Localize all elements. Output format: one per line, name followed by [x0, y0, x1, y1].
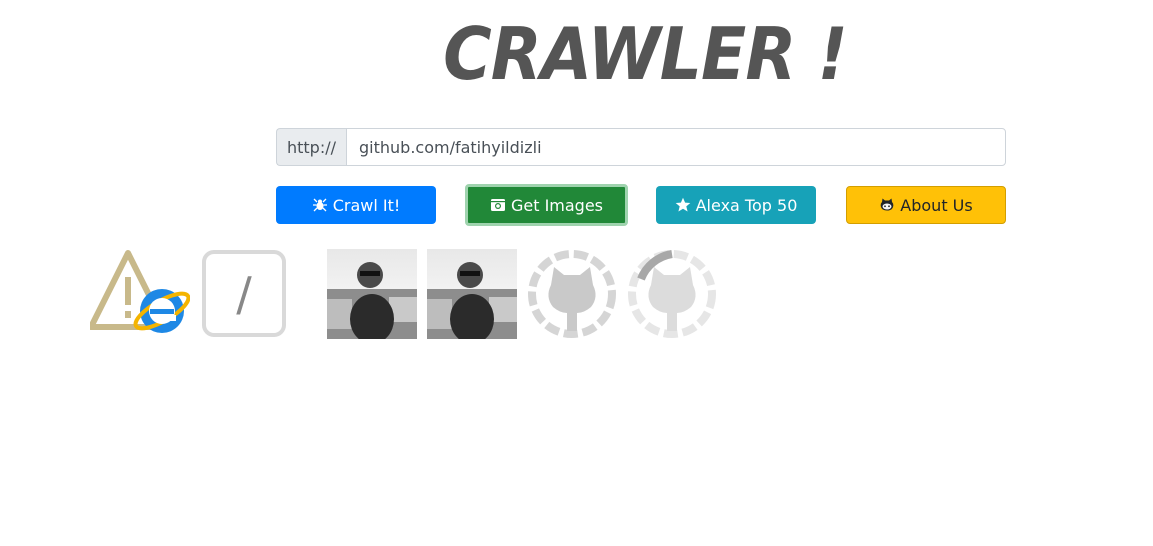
broken-image-ie-icon: [88, 249, 191, 339]
about-us-button-label: About Us: [900, 195, 973, 215]
crawl-button-label: Crawl It!: [332, 195, 401, 215]
about-us-button[interactable]: About Us: [846, 186, 1006, 224]
broken-image-placeholder: /: [202, 250, 286, 337]
crawl-button[interactable]: Crawl It!: [276, 186, 436, 224]
profile-photo-image: [327, 249, 417, 339]
github-octocat-image: [527, 249, 617, 339]
camera-icon: [490, 199, 505, 211]
url-prefix: http://: [276, 128, 346, 166]
github-icon: [880, 198, 894, 211]
profile-photo-image: [427, 249, 517, 339]
star-icon: [675, 197, 690, 212]
alexa-top-50-button[interactable]: Alexa Top 50: [656, 186, 816, 224]
alexa-top-50-button-label: Alexa Top 50: [695, 195, 798, 215]
get-images-button-label: Get Images: [510, 195, 604, 215]
github-octocat-image: [627, 249, 717, 339]
get-images-button[interactable]: Get Images: [465, 184, 628, 226]
spider-icon: [312, 198, 327, 212]
url-input[interactable]: [346, 128, 1006, 166]
page-title: CRAWLER !: [443, 12, 848, 96]
url-input-group: http://: [276, 128, 1006, 166]
